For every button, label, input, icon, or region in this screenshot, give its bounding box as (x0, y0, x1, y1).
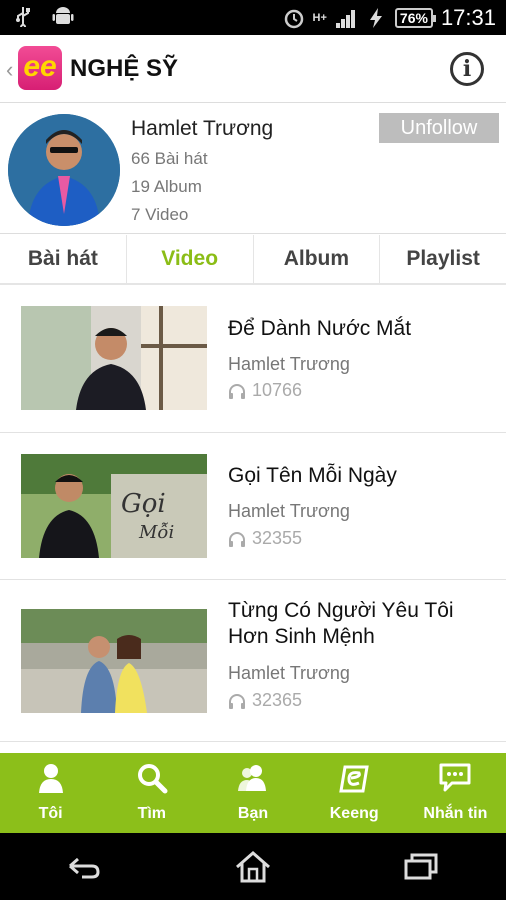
video-artist: Hamlet Trương (228, 501, 350, 521)
svg-text:Gọi: Gọi (121, 489, 166, 519)
nav-messages[interactable]: Nhắn tin (405, 753, 506, 833)
album-count: 19 Album (131, 177, 202, 196)
list-item[interactable]: Gọi Mỗi Gọi Tên Mỗi Ngày Hamlet Trương 3… (0, 433, 506, 580)
artist-profile: Hamlet Trương 66 Bài hát 19 Album 7 Vide… (0, 104, 506, 234)
artist-name: Hamlet Trương (131, 117, 274, 140)
alarm-icon (284, 9, 303, 28)
video-title: Để Dành Nước Mắt (228, 317, 412, 340)
android-icon (52, 7, 74, 24)
list-item[interactable]: Từng Có Người Yêu Tôi Hơn Sinh Mệnh Haml… (0, 580, 506, 742)
unfollow-button[interactable]: Unfollow (379, 113, 499, 143)
page-title: NGHỆ SỸ (70, 55, 179, 82)
battery-indicator: 76% (394, 7, 436, 28)
network-type: H+ (312, 11, 327, 24)
play-count: 32365 (228, 690, 302, 711)
svg-text:Mỗi: Mỗi (138, 522, 174, 543)
video-thumbnail[interactable]: Gọi Mỗi (21, 454, 207, 558)
user-icon (38, 764, 63, 793)
charging-icon (369, 7, 382, 28)
video-list: Để Dành Nước Mắt Hamlet Trương 10766 Gọi… (0, 287, 506, 742)
home-icon[interactable] (233, 850, 273, 884)
back-icon[interactable] (64, 850, 104, 884)
video-artist: Hamlet Trương (228, 354, 350, 374)
headphones-icon (229, 383, 245, 399)
tab-playlist[interactable]: Playlist (380, 235, 506, 283)
friends-icon (238, 765, 266, 791)
video-title: Gọi Tên Mỗi Ngày (228, 464, 397, 487)
tab-bar: Bài hát Video Album Playlist (0, 235, 506, 285)
keeng-icon (339, 765, 369, 793)
video-thumbnail[interactable] (21, 609, 207, 713)
video-artist: Hamlet Trương (228, 663, 350, 683)
play-count: 10766 (228, 380, 302, 401)
system-navigation-bar (0, 833, 506, 900)
search-icon (137, 764, 168, 794)
tab-video[interactable]: Video (127, 235, 254, 283)
signal-icon (335, 9, 355, 28)
headphones-icon (229, 693, 245, 709)
status-bar: H+ 76% 17:31 (0, 0, 506, 35)
video-count: 7 Video (131, 205, 189, 224)
info-icon[interactable]: i (450, 52, 484, 86)
nav-search[interactable]: Tìm (101, 753, 202, 833)
play-count: 32355 (228, 528, 302, 549)
headphones-icon (229, 531, 245, 547)
chevron-left-icon[interactable]: ‹ (6, 57, 13, 83)
clock: 17:31 (440, 4, 496, 30)
avatar (8, 114, 120, 226)
bottom-navigation: Tôi Tìm Bạn Keeng Nhắn tin (0, 753, 506, 833)
list-item[interactable]: Để Dành Nước Mắt Hamlet Trương 10766 (0, 287, 506, 433)
nav-me[interactable]: Tôi (0, 753, 101, 833)
nav-friends[interactable]: Bạn (202, 753, 303, 833)
video-title: Từng Có Người Yêu Tôi Hơn Sinh Mệnh (228, 599, 454, 648)
tab-songs[interactable]: Bài hát (0, 235, 127, 283)
video-thumbnail[interactable] (21, 306, 207, 410)
nav-keeng[interactable]: Keeng (304, 753, 405, 833)
usb-icon (16, 7, 30, 27)
recent-apps-icon[interactable] (402, 850, 442, 884)
chat-icon (439, 763, 471, 792)
app-logo[interactable]: ee (18, 46, 62, 90)
app-bar: ‹ ee NGHỆ SỸ i (0, 35, 506, 103)
tab-album[interactable]: Album (254, 235, 381, 283)
song-count: 66 Bài hát (131, 149, 208, 168)
